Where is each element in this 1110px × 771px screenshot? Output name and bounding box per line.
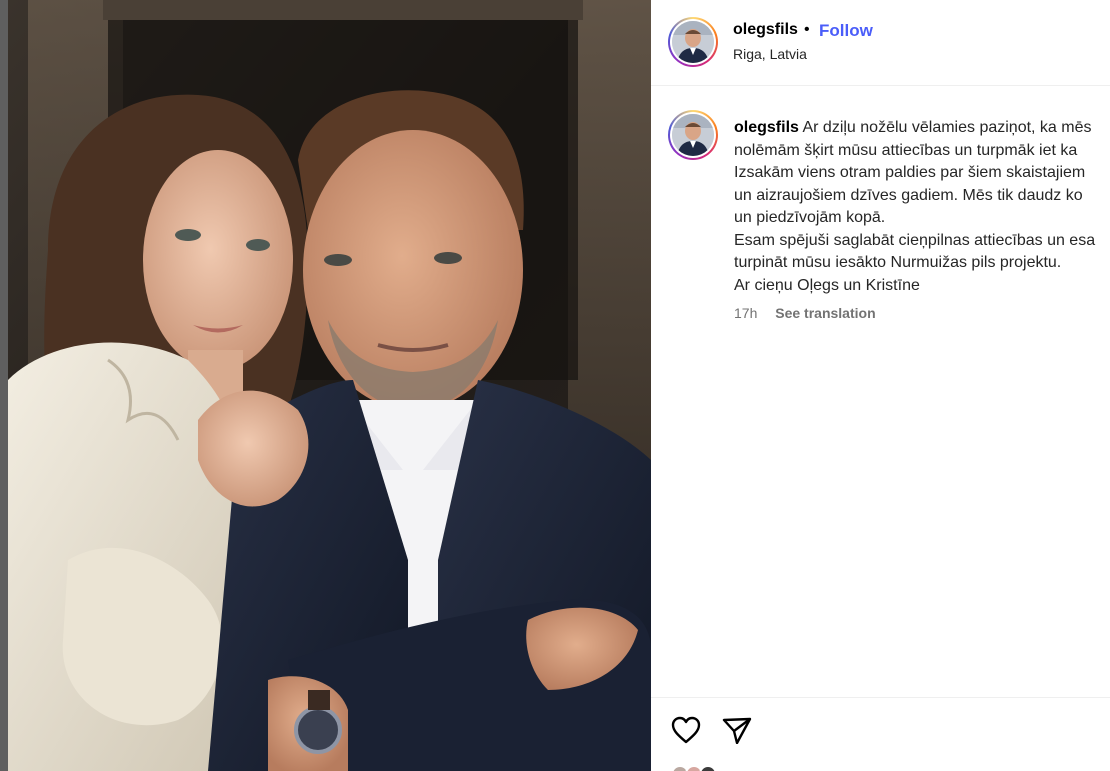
separator-dot: • bbox=[804, 21, 810, 38]
actions-divider bbox=[651, 697, 1110, 698]
post-side-panel: olegsfils • Follow Riga, Latvia olegsfil… bbox=[651, 0, 1110, 771]
follow-button[interactable]: Follow bbox=[819, 21, 873, 41]
instagram-post-view: olegsfils • Follow Riga, Latvia olegsfil… bbox=[0, 0, 1110, 771]
caption-line: turpināt mūsu iesākto Nurmuižas pils pro… bbox=[734, 254, 1062, 271]
liker-avatar bbox=[699, 765, 717, 771]
caption-line: nolēmām šķirt mūsu attiecības un turpmāk… bbox=[734, 141, 1078, 159]
caption-line: Ar cieņu Oļegs un Kristīne bbox=[734, 276, 920, 294]
page-edge bbox=[0, 0, 8, 771]
caption-avatar[interactable] bbox=[668, 110, 718, 160]
post-header: olegsfils • Follow Riga, Latvia bbox=[651, 0, 1110, 86]
caption-username-link[interactable]: olegsfils bbox=[734, 119, 799, 136]
paper-plane-icon[interactable] bbox=[722, 716, 752, 749]
caption-line: un aizraujošiem dzīves gadiem. Mēs tik d… bbox=[734, 186, 1083, 204]
location-link[interactable]: Riga, Latvia bbox=[733, 46, 807, 62]
avatar[interactable] bbox=[668, 17, 718, 67]
caption-avatar-image bbox=[672, 114, 714, 156]
caption-meta: 17h See translation bbox=[734, 305, 876, 321]
time-ago[interactable]: 17h bbox=[734, 305, 757, 321]
caption-line: Esam spējuši saglabāt cieņpilnas attiecī… bbox=[734, 231, 1096, 249]
caption-line: Izsakām viens otram paldies par šiem ska… bbox=[734, 164, 1086, 181]
username-link[interactable]: olegsfils bbox=[733, 21, 798, 39]
post-photo[interactable] bbox=[8, 0, 651, 771]
heart-icon[interactable] bbox=[671, 716, 701, 749]
avatar-image bbox=[672, 21, 714, 63]
caption-line: un piedzīvojām kopā. bbox=[734, 209, 886, 226]
see-translation-button[interactable]: See translation bbox=[775, 305, 875, 321]
post-caption: olegsfils Ar dziļu nožēlu vēlamies paziņ… bbox=[734, 117, 1110, 297]
caption-line: olegsfils Ar dziļu nožēlu vēlamies paziņ… bbox=[734, 119, 1092, 136]
